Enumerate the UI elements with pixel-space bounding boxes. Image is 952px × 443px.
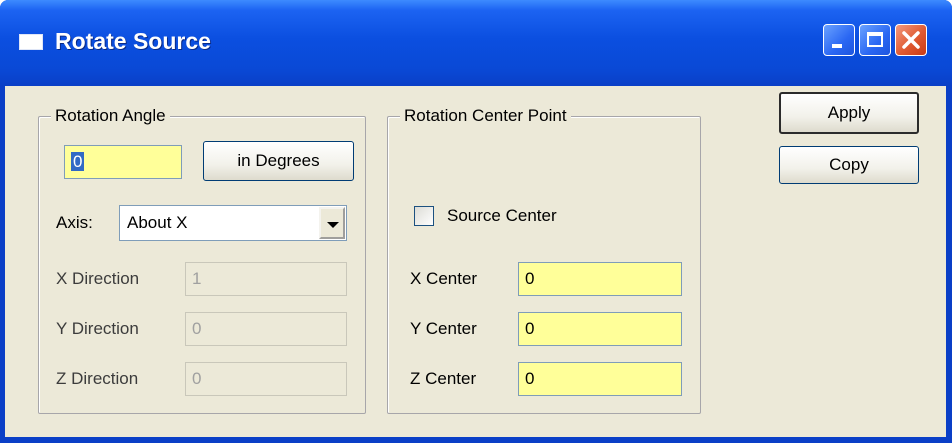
y-center-input[interactable]: 0 — [518, 312, 682, 346]
close-button[interactable] — [895, 24, 927, 56]
z-center-input[interactable]: 0 — [518, 362, 682, 396]
close-icon — [902, 31, 920, 49]
y-center-label: Y Center — [410, 319, 477, 338]
z-direction-input: 0 — [185, 362, 347, 396]
source-center-label[interactable]: Source Center — [447, 204, 557, 228]
x-direction-input: 1 — [185, 262, 347, 296]
x-direction-label: X Direction — [56, 269, 140, 288]
window-icon — [19, 34, 43, 50]
rotation-center-group-title: Rotation Center Point — [400, 105, 571, 127]
z-center-label: Z Center — [410, 369, 477, 388]
chevron-down-icon[interactable] — [319, 207, 345, 239]
rotation-angle-group-title: Rotation Angle — [51, 105, 170, 127]
minimize-button[interactable] — [823, 24, 855, 56]
maximize-icon — [867, 32, 883, 47]
z-direction-label: Z Direction — [56, 369, 139, 388]
axis-select[interactable]: About X — [119, 205, 347, 241]
maximize-button[interactable] — [859, 24, 891, 56]
axis-select-value: About X — [127, 213, 188, 232]
axis-label: Axis: — [56, 213, 93, 232]
rotation-angle-group: Rotation Angle 0 in Degrees Axis: About … — [38, 105, 366, 414]
rotate-source-dialog: Rotate Source Rotation Angle 0 in Degree… — [0, 0, 952, 443]
dialog-body: Rotation Angle 0 in Degrees Axis: About … — [5, 86, 946, 437]
copy-button[interactable]: Copy — [779, 146, 919, 184]
in-degrees-button[interactable]: in Degrees — [203, 141, 354, 181]
y-direction-label: Y Direction — [56, 319, 139, 338]
x-center-input[interactable]: 0 — [518, 262, 682, 296]
source-center-checkbox[interactable] — [414, 206, 434, 226]
title-bar[interactable]: Rotate Source — [0, 0, 952, 86]
minimize-icon — [832, 44, 842, 48]
y-direction-input: 0 — [185, 312, 347, 346]
apply-button[interactable]: Apply — [779, 92, 919, 134]
rotation-center-group: Rotation Center Point Source Center X Ce… — [387, 105, 701, 414]
x-center-label: X Center — [410, 269, 478, 288]
angle-input[interactable]: 0 — [64, 145, 182, 179]
window-title: Rotate Source — [55, 28, 211, 54]
